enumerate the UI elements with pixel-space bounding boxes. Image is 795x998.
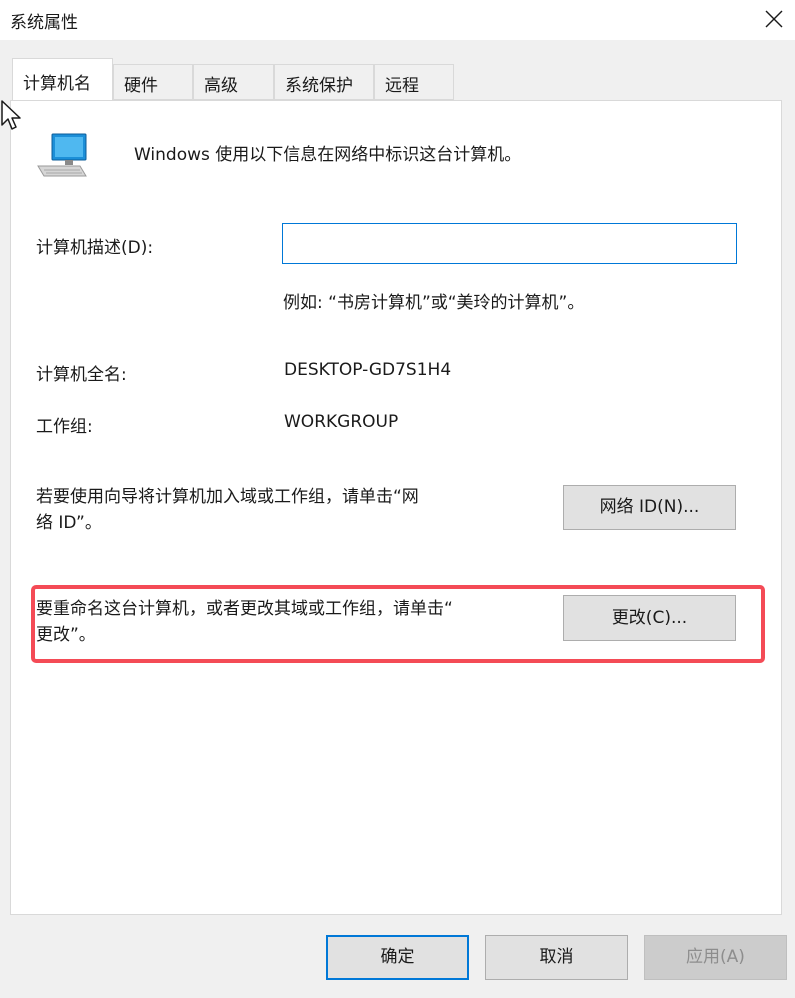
tab-remote[interactable]: 远程 [374, 64, 454, 100]
computer-icon [37, 133, 87, 177]
description-label: 计算机描述(D): [36, 238, 154, 258]
tab-computer-name[interactable]: 计算机名 [12, 58, 113, 100]
tab-advanced[interactable]: 高级 [193, 64, 274, 100]
workgroup-label: 工作组: [36, 417, 93, 437]
network-id-button[interactable]: 网络 ID(N)... [563, 485, 736, 530]
full-name-value: DESKTOP-GD7S1H4 [284, 360, 452, 380]
apply-button[interactable]: 应用(A) [644, 935, 787, 980]
network-id-description: 若要使用向导将计算机加入域或工作组，请单击“网 络 ID”。 [36, 484, 419, 536]
close-button[interactable] [749, 0, 795, 40]
rename-text-line1: 要重命名这台计算机，或者更改其域或工作组，请单击“ [36, 599, 453, 619]
tab-system-protection[interactable]: 系统保护 [274, 64, 374, 100]
tab-label: 高级 [204, 76, 238, 96]
description-example: 例如: “书房计算机”或“美玲的计算机”。 [283, 293, 585, 313]
tab-label: 硬件 [124, 76, 158, 96]
tab-label: 计算机名 [23, 74, 91, 94]
tab-label: 远程 [385, 76, 419, 96]
mouse-pointer-icon [1, 100, 21, 130]
description-input[interactable] [282, 223, 737, 264]
close-icon [765, 10, 783, 28]
rename-text-line2: 更改”。 [36, 625, 96, 645]
rename-description: 要重命名这台计算机，或者更改其域或工作组，请单击“ 更改”。 [36, 596, 453, 648]
full-name-label: 计算机全名: [36, 365, 127, 385]
ok-button[interactable]: 确定 [326, 935, 469, 980]
network-id-text-line2: 络 ID”。 [36, 513, 102, 533]
change-button[interactable]: 更改(C)... [563, 595, 736, 641]
cancel-button[interactable]: 取消 [485, 935, 628, 980]
window-title: 系统属性 [10, 13, 78, 33]
tab-label: 系统保护 [285, 76, 353, 96]
intro-text: Windows 使用以下信息在网络中标识这台计算机。 [134, 145, 522, 165]
title-bar: 系统属性 [0, 0, 795, 40]
network-id-text-line1: 若要使用向导将计算机加入域或工作组，请单击“网 [36, 487, 419, 507]
tab-hardware[interactable]: 硬件 [113, 64, 193, 100]
workgroup-value: WORKGROUP [284, 412, 399, 432]
